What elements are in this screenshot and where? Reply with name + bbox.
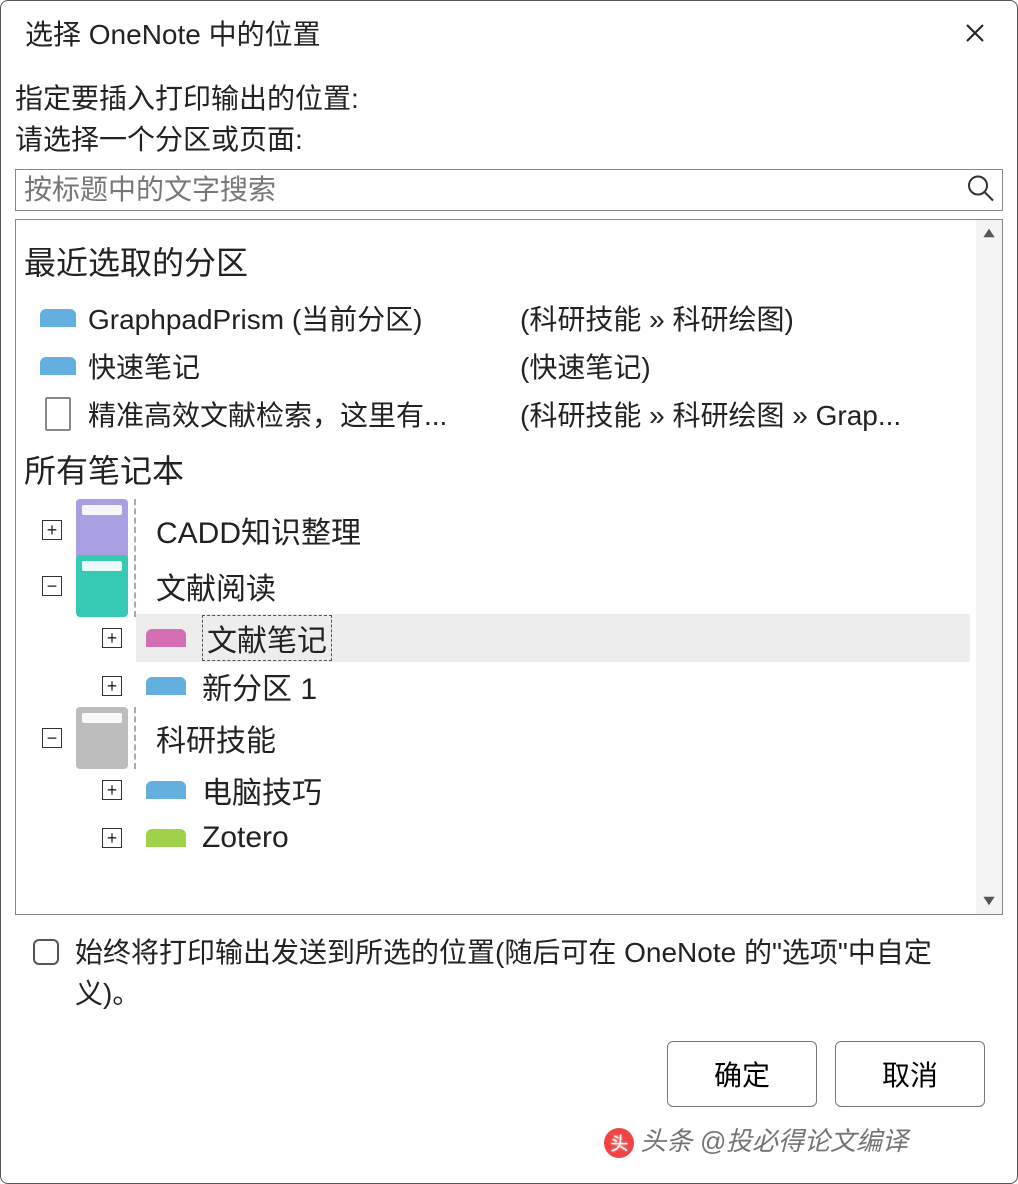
ok-button[interactable]: 确定 — [667, 1041, 817, 1107]
search-input[interactable] — [15, 169, 1003, 211]
recent-row[interactable]: 快速笔记 (快速笔记) — [24, 342, 970, 390]
recent-name: 精准高效文献检索，这里有... — [80, 394, 520, 434]
collapse-toggle[interactable]: − — [42, 728, 62, 748]
notebook-icon — [76, 707, 128, 769]
checkbox-label: 始终将打印输出发送到所选的位置(随后可在 OneNote 的"选项"中自定义)。 — [75, 933, 985, 1014]
notebook-divider — [134, 707, 142, 769]
all-notebooks-header: 所有笔记本 — [24, 446, 970, 492]
notebook-row[interactable]: − 文献阅读 — [24, 558, 970, 614]
collapse-toggle[interactable]: − — [42, 576, 62, 596]
always-send-option[interactable]: 始终将打印输出发送到所选的位置(随后可在 OneNote 的"选项"中自定义)。 — [15, 915, 1003, 1014]
section-row[interactable]: + 电脑技巧 — [24, 766, 970, 814]
recent-row[interactable]: 精准高效文献检索，这里有... (科研技能 » 科研绘图 » Grap... — [24, 390, 970, 438]
recent-path: (科研技能 » 科研绘图 » Grap... — [520, 394, 970, 434]
dialog-buttons: 确定 取消 — [15, 1015, 1003, 1107]
expand-toggle[interactable]: + — [102, 676, 122, 696]
dialog: 选择 OneNote 中的位置 指定要插入打印输出的位置: 请选择一个分区或页面… — [0, 0, 1018, 1184]
notebook-label: CADD知识整理 — [156, 508, 361, 552]
cancel-button[interactable]: 取消 — [835, 1041, 985, 1107]
notebook-divider — [134, 555, 142, 617]
section-icon — [40, 357, 76, 375]
section-row[interactable]: + 文献笔记 — [24, 614, 970, 662]
checkbox[interactable] — [33, 939, 59, 965]
section-row[interactable]: + 新分区 1 — [24, 662, 970, 710]
expand-toggle[interactable]: + — [102, 780, 122, 800]
section-icon — [146, 629, 186, 647]
section-icon — [40, 309, 76, 327]
notebook-label: 文献阅读 — [156, 564, 276, 608]
section-row[interactable]: + Zotero — [24, 814, 970, 862]
page-icon — [45, 397, 71, 431]
section-label: 新分区 1 — [202, 664, 317, 708]
recent-name: 快速笔记 — [80, 346, 520, 386]
scroll-up-icon[interactable] — [976, 220, 1002, 246]
recent-name: GraphpadPrism (当前分区) — [80, 298, 520, 338]
scrollbar[interactable] — [976, 220, 1002, 914]
recent-path: (快速笔记) — [520, 346, 970, 386]
close-button[interactable] — [953, 11, 997, 55]
notebook-divider — [134, 499, 142, 561]
section-icon — [146, 677, 186, 695]
instruction-2: 请选择一个分区或页面: — [15, 120, 1003, 159]
notebook-row[interactable]: − 科研技能 — [24, 710, 970, 766]
notebook-label: 科研技能 — [156, 716, 276, 760]
notebook-row[interactable]: + CADD知识整理 — [24, 502, 970, 558]
notebook-icon — [76, 499, 128, 561]
scroll-down-icon[interactable] — [976, 888, 1002, 914]
expand-toggle[interactable]: + — [42, 520, 62, 540]
section-icon — [146, 781, 186, 799]
search-icon[interactable] — [965, 173, 995, 208]
expand-toggle[interactable]: + — [102, 628, 122, 648]
content-area: 指定要插入打印输出的位置: 请选择一个分区或页面: 最近选取的分区 Graphp… — [1, 65, 1017, 1183]
recent-row[interactable]: GraphpadPrism (当前分区) (科研技能 » 科研绘图) — [24, 294, 970, 342]
instruction-1: 指定要插入打印输出的位置: — [15, 79, 1003, 118]
dialog-title: 选择 OneNote 中的位置 — [25, 13, 321, 53]
notebook-icon — [76, 555, 128, 617]
section-label: Zotero — [202, 821, 289, 855]
section-label: 文献笔记 — [202, 615, 332, 661]
recent-path: (科研技能 » 科研绘图) — [520, 298, 970, 338]
close-icon — [965, 23, 985, 43]
search-wrap — [15, 169, 1003, 211]
titlebar: 选择 OneNote 中的位置 — [1, 1, 1017, 65]
expand-toggle[interactable]: + — [102, 828, 122, 848]
recent-header: 最近选取的分区 — [24, 238, 970, 284]
notebook-tree: + CADD知识整理 − 文献阅读 + — [24, 502, 970, 862]
location-list: 最近选取的分区 GraphpadPrism (当前分区) (科研技能 » 科研绘… — [15, 219, 1003, 915]
section-label: 电脑技巧 — [202, 768, 322, 812]
section-icon — [146, 829, 186, 847]
